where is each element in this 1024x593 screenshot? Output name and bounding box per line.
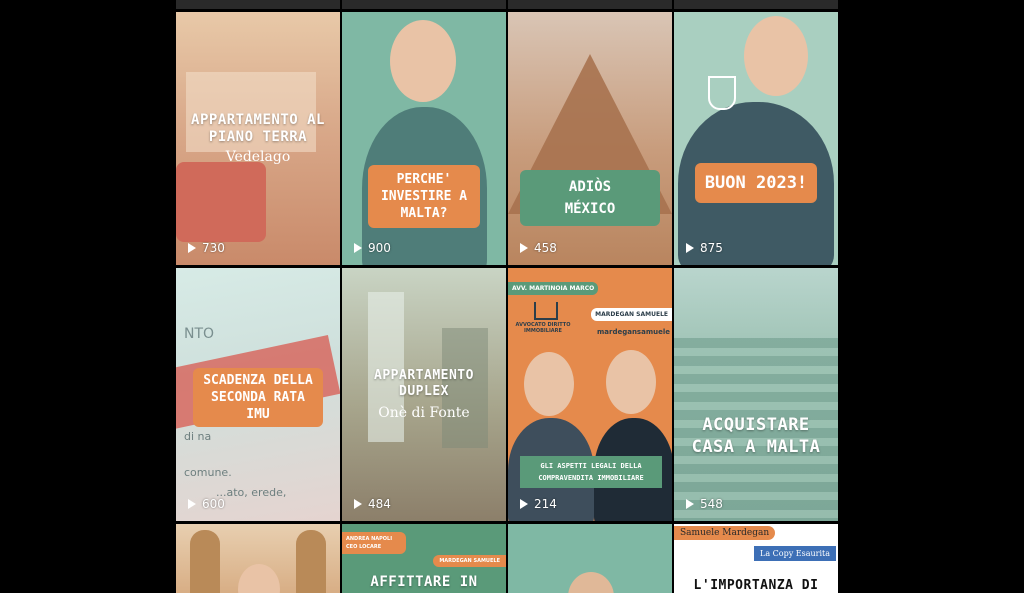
author-tag: Samuele Mardegan <box>674 526 776 540</box>
view-count: 548 <box>686 497 723 511</box>
play-icon <box>354 499 362 509</box>
logo-right: mardegansamuele <box>596 328 670 336</box>
reel-title-line: ADIÒS <box>568 179 612 195</box>
sofa-shape <box>176 162 266 242</box>
reel-subtitle: Vedelago <box>225 149 291 165</box>
previous-row-edge <box>176 0 340 9</box>
view-count: 875 <box>686 241 723 255</box>
presenter-head <box>390 20 456 102</box>
reel-title: APPARTAMENTO DUPLEX <box>374 368 474 399</box>
reel-subtitle: Onè di Fonte <box>378 405 470 421</box>
view-count: 484 <box>354 497 391 511</box>
reel-tile-investire-malta[interactable]: PERCHE' INVESTIRE A MALTA? 900 <box>342 12 506 265</box>
view-count: 214 <box>520 497 557 511</box>
play-icon <box>520 499 528 509</box>
reel-title: L'IMPORTANZA DI <box>693 578 819 593</box>
reel-title-line: MÉXICO <box>564 201 616 217</box>
reel-tile-appartamento-duplex[interactable]: APPARTAMENTO DUPLEX Onè di Fonte 484 <box>342 268 506 521</box>
reel-title: BUON 2023! <box>695 163 817 203</box>
view-count: 600 <box>188 497 225 511</box>
reel-tile-partial[interactable] <box>508 524 672 593</box>
speaker-right-head <box>606 350 656 414</box>
presenter-head <box>568 572 614 593</box>
brand-tag: La Copy Esaurita <box>754 546 836 561</box>
document-text: ...ato, erede, <box>216 486 287 499</box>
reel-title: APPARTAMENTO AL PIANO TERRA <box>191 112 325 145</box>
plant-shape <box>190 530 220 593</box>
reel-tile-adios-mexico[interactable]: ADIÒS MÉXICO 458 <box>508 12 672 265</box>
reel-tile-scadenza-imu[interactable]: NTO di na comune. ...ato, erede, SCADENZ… <box>176 268 340 521</box>
previous-row-edge <box>674 0 838 9</box>
document-text: NTO <box>184 326 215 342</box>
plant-shape <box>296 530 326 593</box>
play-icon <box>520 243 528 253</box>
reel-tile-acquistare-malta[interactable]: ACQUISTARE CASA A MALTA 548 <box>674 268 838 521</box>
reel-title: SCADENZA DELLA SECONDA RATA IMU <box>193 368 323 427</box>
previous-row-edge <box>508 0 672 9</box>
reel-caption: GLI ASPETTI LEGALI DELLA COMPRAVENDITA I… <box>520 456 662 488</box>
speaker-name-right: MARDEGAN SAMUELE <box>433 555 506 567</box>
reel-title: ACQUISTARE CASA A MALTA <box>691 415 821 457</box>
reel-tile-appartamento-vedelago[interactable]: APPARTAMENTO AL PIANO TERRA Vedelago 730 <box>176 12 340 265</box>
view-count: 458 <box>520 241 557 255</box>
reel-tile-aspetti-legali[interactable]: AVV. MARTINOIA MARCO AVVOCATO DIRITTO IM… <box>508 268 672 521</box>
play-icon <box>188 499 196 509</box>
previous-row-edge <box>342 0 506 9</box>
logo-left: AVVOCATO DIRITTO IMMOBILIARE <box>515 322 571 334</box>
presenter-head <box>238 564 280 593</box>
speaker-name-left: AVV. MARTINOIA MARCO <box>508 282 599 295</box>
presenter-head <box>744 16 808 96</box>
play-icon <box>188 243 196 253</box>
view-count: 730 <box>188 241 225 255</box>
reel-tile-partial[interactable] <box>176 524 340 593</box>
document-text: di na <box>184 430 212 443</box>
reels-grid: APPARTAMENTO AL PIANO TERRA Vedelago 730… <box>176 0 839 593</box>
document-text: comune. <box>184 466 232 479</box>
reel-tile-affittare[interactable]: ANDREA NAPOLI CEO LOCARE MARDEGAN SAMUEL… <box>342 524 506 593</box>
play-icon <box>686 499 694 509</box>
wine-glass-icon <box>708 76 736 110</box>
reel-title: ADIÒS MÉXICO <box>520 170 660 226</box>
scales-icon <box>534 302 558 320</box>
speaker-left-head <box>524 352 574 416</box>
speaker-name-right: MARDEGAN SAMUELE <box>591 308 672 321</box>
reel-title: PERCHE' INVESTIRE A MALTA? <box>368 165 480 228</box>
speaker-name-left: ANDREA NAPOLI CEO LOCARE <box>342 532 406 554</box>
reel-tile-buon-2023[interactable]: BUON 2023! 875 <box>674 12 838 265</box>
play-icon <box>686 243 694 253</box>
view-count: 900 <box>354 241 391 255</box>
reel-title: AFFITTARE IN <box>370 574 478 590</box>
play-icon <box>354 243 362 253</box>
reel-tile-importanza[interactable]: Samuele Mardegan La Copy Esaurita L'IMPO… <box>674 524 838 593</box>
